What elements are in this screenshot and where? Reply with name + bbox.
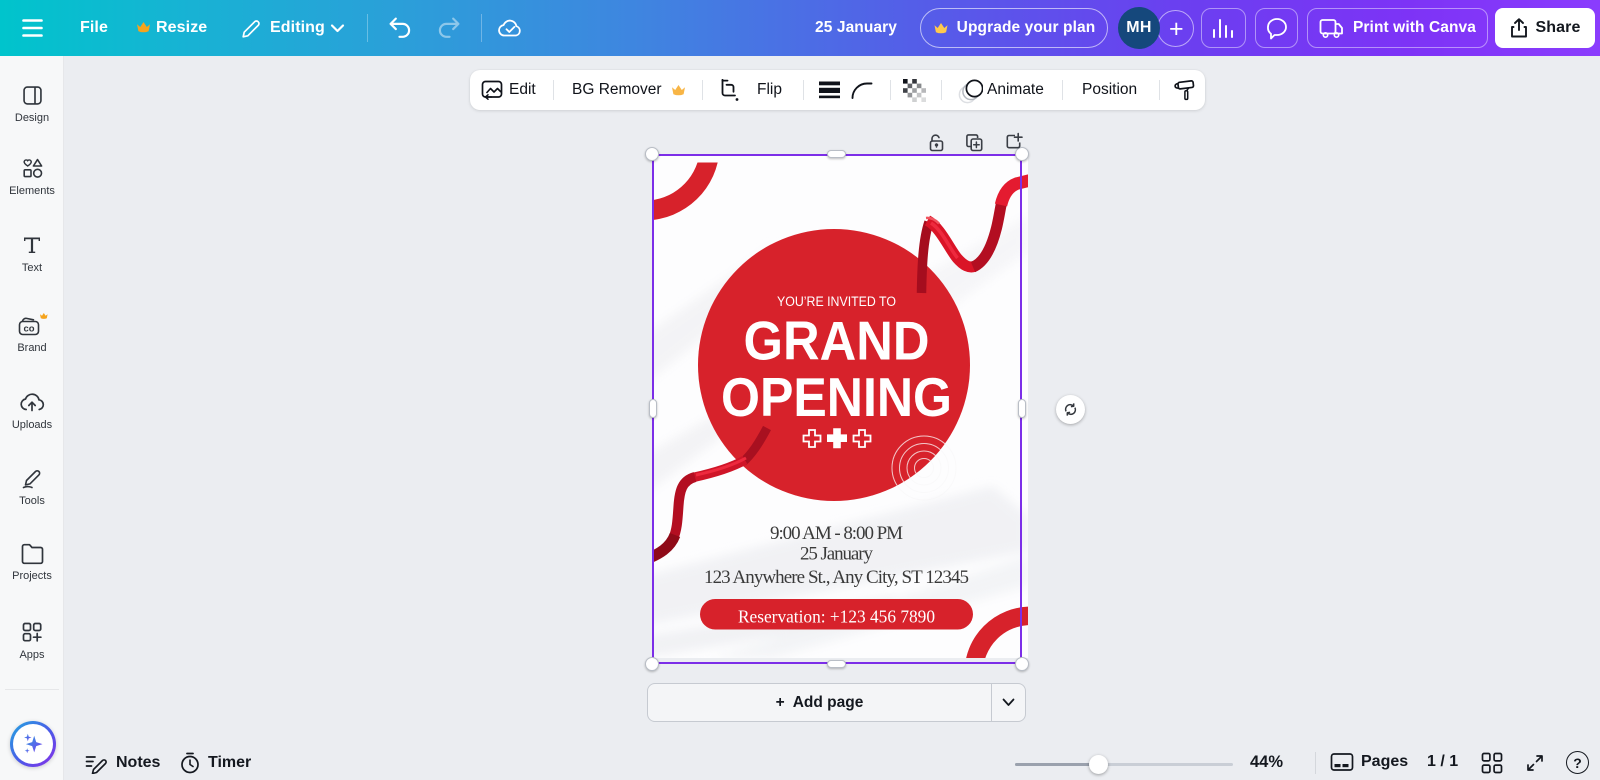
svg-text:co: co: [23, 324, 34, 335]
